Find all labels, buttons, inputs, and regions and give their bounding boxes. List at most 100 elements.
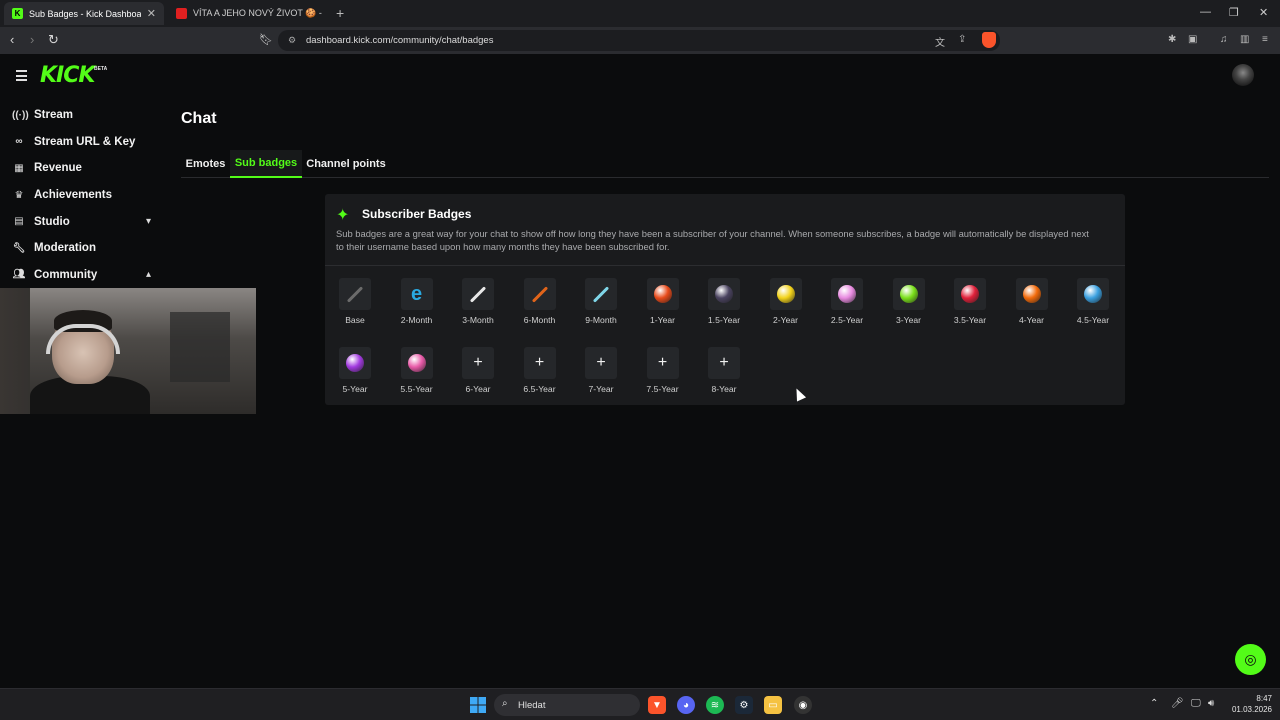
media-icon[interactable]: ♫	[1220, 34, 1228, 45]
discord-icon[interactable]: ◕	[677, 696, 695, 714]
badge-label: 7-Year	[588, 384, 614, 394]
badge-item[interactable]: +6.5-Year	[510, 347, 572, 407]
badge-sword-icon[interactable]	[462, 278, 494, 310]
badge-label: 3-Year	[895, 315, 921, 325]
add-badge-plus-icon[interactable]: +	[708, 347, 740, 379]
badge-item[interactable]: 3-Year	[879, 278, 941, 338]
badge-orb-icon[interactable]	[892, 278, 925, 310]
steam-icon[interactable]: ⚙	[735, 696, 753, 714]
badge-item[interactable]: 1-Year	[633, 278, 695, 338]
close-window-icon[interactable]: ✕	[1259, 6, 1268, 19]
badge-orb-icon[interactable]	[400, 347, 433, 379]
badge-label: 2.5-Year	[830, 315, 864, 325]
sidebar-item-moderation[interactable]: 🔧︎ Moderation	[0, 235, 170, 262]
volume-icon[interactable]: 🔊︎	[1208, 698, 1214, 709]
taskbar-clock[interactable]: 8:47 01.03.2026	[1226, 693, 1272, 715]
address-bar[interactable]: ⚙ dashboard.kick.com/community/chat/badg…	[278, 30, 1000, 51]
microphone-icon[interactable]: 🎤︎	[1171, 698, 1184, 709]
badge-orb-icon[interactable]	[1015, 278, 1048, 310]
badge-item[interactable]: 4-Year	[1002, 278, 1064, 338]
sidebar-item-stream-url[interactable]: ∞ Stream URL & Key	[0, 129, 170, 156]
badge-item[interactable]: 5.5-Year	[387, 347, 449, 407]
add-badge-plus-icon[interactable]: +	[462, 347, 494, 379]
tab-sub-badges[interactable]: Sub badges	[230, 150, 302, 178]
badge-item[interactable]: +8-Year	[694, 347, 756, 407]
support-chat-button[interactable]: ◎	[1235, 644, 1266, 675]
forward-icon[interactable]: ›	[30, 33, 34, 47]
brave-shield-icon[interactable]	[982, 32, 996, 48]
reload-icon[interactable]: ↻	[48, 33, 59, 47]
network-icon[interactable]: 🖵︎	[1191, 698, 1201, 709]
badge-label: 4.5-Year	[1076, 315, 1110, 325]
badge-item[interactable]: +7.5-Year	[633, 347, 695, 407]
badge-item[interactable]: 1.5-Year	[694, 278, 756, 338]
bookmark-icon[interactable]: 🔖︎	[259, 33, 273, 47]
extensions-icon[interactable]: ✱	[1168, 34, 1176, 45]
site-info-icon[interactable]: ⚙	[288, 35, 296, 46]
orb-shape	[715, 285, 733, 303]
badge-orb-icon[interactable]	[831, 278, 863, 310]
badge-orb-icon[interactable]	[708, 278, 740, 310]
badge-item[interactable]: 9-Month	[571, 278, 633, 338]
tray-expand-icon[interactable]: ⌃	[1150, 698, 1158, 709]
sidebar-item-label: Revenue	[34, 162, 82, 175]
hamburger-menu-icon[interactable]	[16, 70, 27, 84]
back-icon[interactable]: ‹	[10, 33, 14, 47]
badge-item[interactable]: Base	[325, 278, 387, 338]
badge-orb-icon[interactable]	[339, 347, 371, 379]
translate-icon[interactable]: 文	[935, 34, 945, 49]
add-badge-plus-icon[interactable]: +	[646, 347, 679, 379]
file-explorer-icon[interactable]: ▭	[764, 696, 782, 714]
badge-item[interactable]: 3-Month	[448, 278, 510, 338]
sidebar-toggle-icon[interactable]: ▥	[1240, 34, 1249, 45]
badge-item[interactable]: 6-Month	[510, 278, 572, 338]
browser-nav-bar: ‹ › ↻ 🔖︎ ⚙ dashboard.kick.com/community/…	[0, 27, 1280, 54]
badge-item[interactable]: +6-Year	[448, 347, 510, 407]
badge-item[interactable]: 2-Year	[756, 278, 818, 338]
orb-shape	[653, 285, 672, 303]
badge-label: 3-Month	[462, 315, 494, 325]
badge-item[interactable]: 2.5-Year	[817, 278, 879, 338]
spotify-icon[interactable]: ≋	[706, 696, 724, 714]
badge-orb-icon[interactable]	[646, 278, 679, 310]
tab-sub-badges[interactable]: K Sub Badges - Kick Dashboard ✕	[4, 2, 164, 25]
user-avatar[interactable]	[1232, 64, 1254, 86]
brave-browser-icon[interactable]: ▼	[648, 696, 666, 714]
share-icon[interactable]: ⇪	[958, 34, 966, 45]
badge-sword-icon[interactable]	[523, 278, 556, 310]
badge-item[interactable]: 3.5-Year	[940, 278, 1002, 338]
badge-item[interactable]: 4.5-Year	[1063, 278, 1125, 338]
chevron-down-icon: ▾	[146, 216, 152, 228]
restore-icon[interactable]: ❐	[1229, 6, 1239, 19]
badge-item[interactable]: 5-Year	[325, 347, 387, 407]
close-tab-icon[interactable]: ✕	[147, 7, 156, 20]
badge-item[interactable]: +7-Year	[571, 347, 633, 407]
new-tab-button[interactable]: +	[336, 5, 344, 21]
badge-sword-icon[interactable]	[339, 278, 371, 310]
tab-youtube[interactable]: VÍTA A JEHO NOVÝ ŽIVOT 🍪 - YouT	[168, 2, 330, 25]
sidebar-item-stream[interactable]: ((·)) Stream	[0, 102, 170, 129]
badge-item[interactable]: e 2-Month	[387, 278, 449, 338]
sidebar-item-studio[interactable]: ▤ Studio ▾	[0, 208, 170, 235]
tab-channel-points[interactable]: Channel points	[302, 150, 390, 178]
badge-orb-icon[interactable]	[954, 278, 986, 310]
add-badge-plus-icon[interactable]: +	[523, 347, 556, 379]
sidebar-item-achievements[interactable]: ♛ Achievements	[0, 182, 170, 209]
badge-orb-icon[interactable]	[769, 278, 802, 310]
add-badge-plus-icon[interactable]: +	[585, 347, 617, 379]
badge-orb-icon[interactable]	[1077, 278, 1109, 310]
windows-start-icon[interactable]	[469, 696, 487, 714]
wallet-icon[interactable]: ▣	[1188, 34, 1197, 45]
menu-icon[interactable]: ≡	[1262, 34, 1268, 45]
sidebar-item-community[interactable]: 👥︎ Community ▴	[0, 262, 170, 289]
tab-emotes[interactable]: Emotes	[181, 150, 230, 178]
obs-icon[interactable]: ◉	[794, 696, 812, 714]
badge-sword-icon[interactable]	[585, 278, 617, 310]
taskbar-search[interactable]: ⌕ Hledat	[494, 694, 640, 716]
minimize-icon[interactable]: —	[1200, 6, 1211, 18]
badge-label: 1.5-Year	[707, 315, 741, 325]
kick-logo[interactable]: KICK	[40, 63, 95, 88]
badge-glyph-icon[interactable]: e	[400, 278, 433, 310]
orb-shape	[899, 285, 918, 303]
sidebar-item-revenue[interactable]: ▦ Revenue	[0, 155, 170, 182]
